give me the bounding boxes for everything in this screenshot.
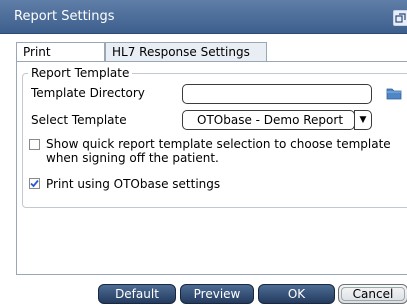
title-bar: Report Settings <box>0 0 407 34</box>
chevron-down-icon[interactable]: ▼ <box>354 110 372 130</box>
show-quick-selection-label-line2: when signing off the patient. <box>46 151 219 165</box>
folder-icon[interactable] <box>386 86 402 100</box>
default-button[interactable]: Default <box>98 284 176 304</box>
checkmark-icon <box>30 179 39 188</box>
print-using-otobase-label: Print using OTObase settings <box>46 177 221 191</box>
cancel-button[interactable]: Cancel <box>338 284 407 304</box>
show-quick-selection-label-line1: Show quick report template selection to … <box>46 137 391 151</box>
report-template-group-label: Report Template <box>28 66 133 80</box>
tab-hl7-response-settings[interactable]: HL7 Response Settings <box>105 42 267 62</box>
window-title: Report Settings <box>14 9 115 24</box>
preview-button[interactable]: Preview <box>180 284 254 304</box>
template-select-value: OTObase - Demo Report <box>197 113 344 127</box>
cancel-focus-ring <box>341 287 405 301</box>
template-directory-input[interactable] <box>182 84 372 104</box>
restore-icon[interactable] <box>393 10 407 26</box>
template-directory-label: Template Directory <box>31 86 145 100</box>
print-using-otobase-checkbox[interactable] <box>29 178 40 189</box>
ok-button[interactable]: OK <box>258 284 335 304</box>
select-template-label: Select Template <box>31 113 127 127</box>
template-select[interactable]: OTObase - Demo Report <box>182 110 355 130</box>
tab-print-settings[interactable]: Print Settings <box>16 42 105 77</box>
show-quick-selection-checkbox[interactable] <box>29 139 40 150</box>
